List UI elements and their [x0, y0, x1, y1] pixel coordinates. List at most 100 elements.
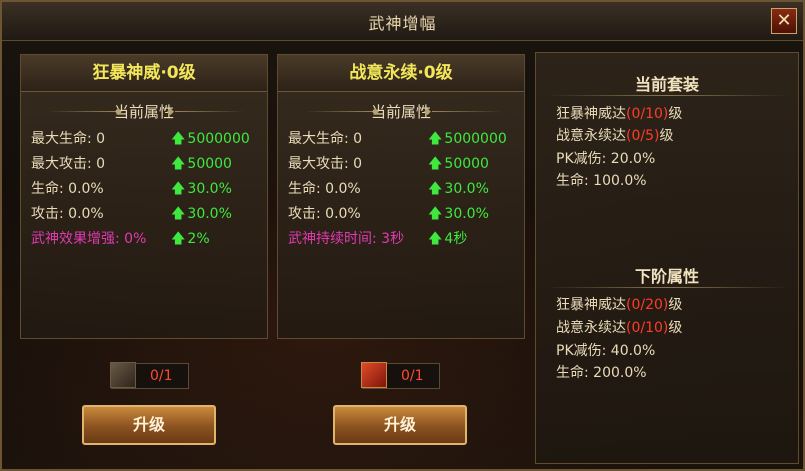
- current-stat-pk: PK减伤: 20.0%: [556, 151, 656, 167]
- stat-key: 武神持续时间: 3秒: [288, 231, 405, 247]
- stat-row: 攻击: 0.0% 🡅 30.0%: [278, 203, 524, 228]
- stat-key: 最大生命: 0: [288, 131, 363, 147]
- stat-key: 最大攻击: 0: [31, 156, 106, 172]
- divider-left: [304, 111, 374, 112]
- red-book-icon[interactable]: [361, 362, 387, 388]
- current-req-2: 战意永续达(0/5)级: [556, 125, 673, 145]
- stat-key: 武神效果增强: 0%: [31, 231, 147, 247]
- stat-row: 最大生命: 0 🡅 5000000: [21, 128, 267, 153]
- stat-row: 最大生命: 0 🡅 5000000: [278, 128, 524, 153]
- stat-gain-value: 4秒: [444, 231, 468, 247]
- stat-gain-value: 5000000: [444, 131, 507, 147]
- req-count: (0/20): [626, 297, 669, 313]
- up-arrow-icon: 🡅: [428, 181, 443, 197]
- up-arrow-icon: 🡅: [171, 131, 186, 147]
- stat-gain: 🡅 4秒: [428, 228, 467, 252]
- up-arrow-icon: 🡅: [428, 206, 443, 222]
- stat-gain-value: 30.0%: [187, 181, 232, 197]
- stat-gain-value: 50000: [444, 156, 489, 172]
- panel-zhanyi: 战意永续·0级 ◆ 当前属性 ◆ 最大生命: 0 🡅 5000000 最大攻击: 0…: [277, 54, 525, 339]
- up-arrow-icon: 🡅: [428, 231, 443, 247]
- up-arrow-icon: 🡅: [171, 206, 186, 222]
- req-count: (0/10): [626, 106, 669, 122]
- close-icon: ✕: [776, 10, 792, 31]
- current-set-title: 当前套装: [634, 75, 699, 94]
- stat-gain: 🡅 30.0%: [171, 178, 232, 202]
- material-slot-1[interactable]: 0/1: [110, 362, 189, 389]
- stat-row-special: 武神持续时间: 3秒 🡅 4秒: [278, 228, 524, 253]
- next-req-1: 狂暴神威达(0/20)级: [556, 294, 682, 314]
- current-req-1: 狂暴神威达(0/10)级: [556, 103, 682, 123]
- next-tier-title: 下阶属性: [634, 267, 699, 286]
- stat-gain: 🡅 5000000: [171, 128, 250, 152]
- material-slot-2[interactable]: 0/1: [361, 362, 440, 389]
- stat-key: 攻击: 0.0%: [288, 206, 361, 222]
- req-text: 狂暴神威达: [556, 106, 626, 122]
- close-button[interactable]: ✕: [771, 8, 797, 34]
- next-stat-pk: PK减伤: 40.0%: [556, 343, 656, 359]
- panel-title: 狂暴神威·0级: [21, 55, 267, 92]
- upgrade-button-1[interactable]: 升级: [82, 405, 216, 445]
- stat-key: 生命: 0.0%: [31, 181, 104, 197]
- stat-gain: 🡅 50000: [171, 153, 232, 177]
- stat-gain-value: 5000000: [187, 131, 250, 147]
- stat-key: 最大生命: 0: [31, 131, 106, 147]
- stat-gain-value: 30.0%: [444, 206, 489, 222]
- stat-row-special: 武神效果增强: 0% 🡅 2%: [21, 228, 267, 253]
- req-suffix: 级: [668, 320, 683, 336]
- divider-ornament-icon: ◆: [424, 107, 431, 117]
- next-req-2: 战意永续达(0/10)级: [556, 317, 682, 337]
- divider-ornament-icon: ◆: [372, 107, 379, 117]
- title-bar: 武神增幅 ✕: [2, 2, 803, 41]
- up-arrow-icon: 🡅: [171, 231, 186, 247]
- attr-header: ◆ 当前属性 ◆: [278, 96, 524, 128]
- scroll-icon[interactable]: [110, 362, 136, 388]
- stat-row: 攻击: 0.0% 🡅 30.0%: [21, 203, 267, 228]
- req-text: 战意永续达: [556, 128, 626, 144]
- stat-gain: 🡅 5000000: [428, 128, 507, 152]
- window-title: 武神增幅: [368, 14, 437, 33]
- divider-ornament-icon: ◆: [115, 107, 122, 117]
- upgrade-button-2[interactable]: 升级: [333, 405, 467, 445]
- req-text: 狂暴神威达: [556, 297, 626, 313]
- stat-gain: 🡅 30.0%: [171, 203, 232, 227]
- stat-row: 最大攻击: 0 🡅 50000: [278, 153, 524, 178]
- divider-left: [47, 111, 117, 112]
- stat-gain: 🡅 50000: [428, 153, 489, 177]
- req-suffix: 级: [668, 297, 683, 313]
- req-suffix: 级: [668, 106, 683, 122]
- stat-gain: 🡅 30.0%: [428, 203, 489, 227]
- up-arrow-icon: 🡅: [428, 156, 443, 172]
- req-count: (0/10): [626, 320, 669, 336]
- stat-row: 最大攻击: 0 🡅 50000: [21, 153, 267, 178]
- stat-key: 最大攻击: 0: [288, 156, 363, 172]
- req-text: 战意永续达: [556, 320, 626, 336]
- stat-key: 生命: 0.0%: [288, 181, 361, 197]
- req-suffix: 级: [659, 128, 674, 144]
- stat-gain-value: 50000: [187, 156, 232, 172]
- panel-kuangbao: 狂暴神威·0级 ◆ 当前属性 ◆ 最大生命: 0 🡅 5000000 最大攻击: 0…: [20, 54, 268, 339]
- stat-gain: 🡅 30.0%: [428, 178, 489, 202]
- stat-gain-value: 30.0%: [187, 206, 232, 222]
- up-arrow-icon: 🡅: [171, 181, 186, 197]
- stat-row: 生命: 0.0% 🡅 30.0%: [278, 178, 524, 203]
- req-count: (0/5): [626, 128, 660, 144]
- material-count: 0/1: [150, 368, 173, 384]
- divider: [546, 95, 788, 96]
- material-count: 0/1: [401, 368, 424, 384]
- next-stat-hp: 生命: 200.0%: [556, 365, 647, 381]
- stat-gain-value: 30.0%: [444, 181, 489, 197]
- current-stat-hp: 生命: 100.0%: [556, 173, 647, 189]
- attr-header-label: 当前属性: [370, 103, 431, 121]
- attr-header: ◆ 当前属性 ◆: [21, 96, 267, 128]
- stat-row: 生命: 0.0% 🡅 30.0%: [21, 178, 267, 203]
- stat-key: 攻击: 0.0%: [31, 206, 104, 222]
- stat-gain-value: 2%: [187, 231, 210, 247]
- divider-ornament-icon: ◆: [167, 107, 174, 117]
- divider-right: [175, 111, 245, 112]
- panel-title: 战意永续·0级: [278, 55, 524, 92]
- up-arrow-icon: 🡅: [428, 131, 443, 147]
- attr-header-label: 当前属性: [113, 103, 174, 121]
- divider-right: [432, 111, 502, 112]
- set-bonus-panel: 当前套装 狂暴神威达(0/10)级 战意永续达(0/5)级 PK减伤: 20.0…: [535, 52, 799, 464]
